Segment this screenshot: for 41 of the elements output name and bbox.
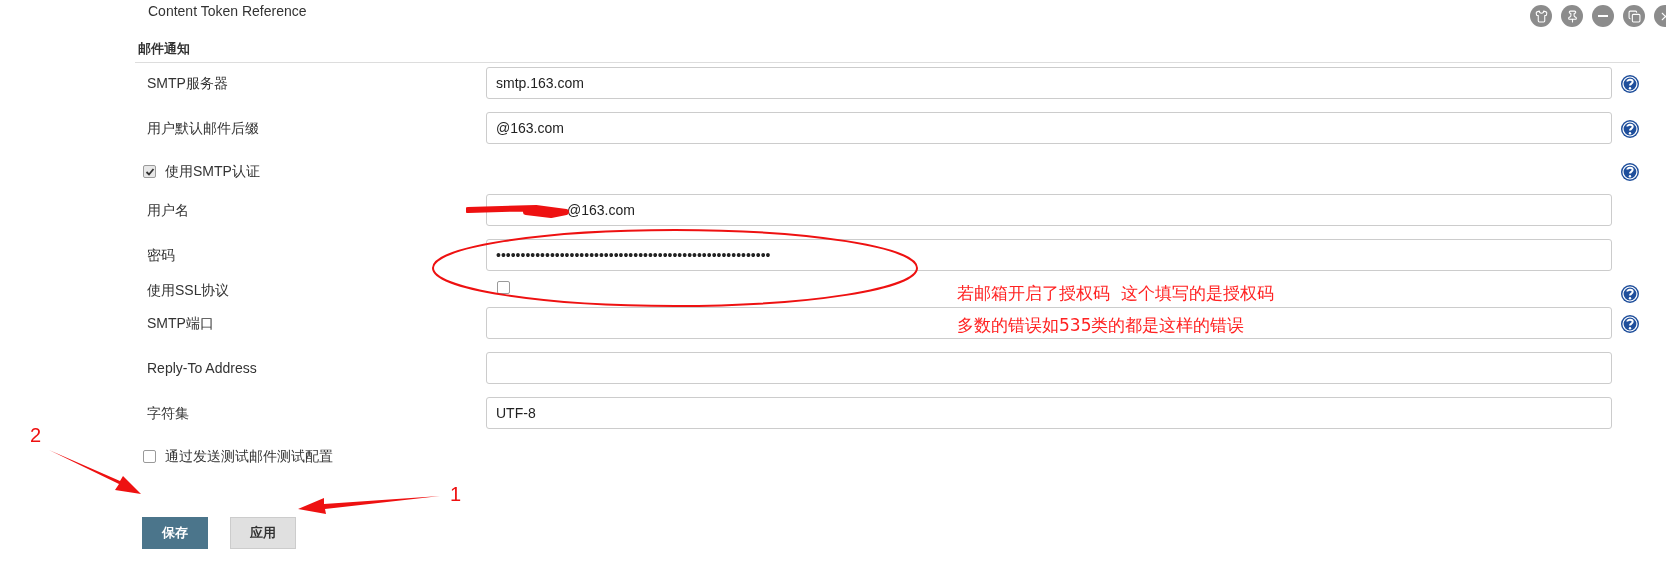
- checkbox[interactable]: [143, 450, 156, 463]
- input-field[interactable]: [486, 352, 1612, 384]
- field-label: SMTP端口: [147, 315, 214, 331]
- section-title: 邮件通知: [138, 41, 190, 56]
- checkbox-label: 通过发送测试邮件测试配置: [165, 447, 333, 466]
- input-field[interactable]: @163.com: [486, 194, 1612, 226]
- shirt-icon: [1534, 9, 1548, 23]
- annotation-marker: 1: [450, 482, 462, 507]
- help-icon[interactable]: [1620, 161, 1640, 182]
- restore-button[interactable]: [1623, 5, 1645, 27]
- squares-icon: [1627, 9, 1641, 23]
- input-field[interactable]: ••••••••••••••••••••••••••••••••••••••••••••••••••••••••: [486, 239, 1612, 271]
- help-icon[interactable]: [1620, 119, 1640, 139]
- input-field[interactable]: [486, 307, 1612, 339]
- field-label: 用户默认邮件后缀: [147, 120, 259, 136]
- minimize-button[interactable]: [1592, 5, 1614, 27]
- checkbox[interactable]: [496, 281, 510, 294]
- input-field[interactable]: @163.com: [486, 112, 1612, 144]
- field-label: 密码: [147, 247, 175, 263]
- field-label: SMTP服务器: [147, 75, 228, 91]
- help-icon[interactable]: [1620, 314, 1640, 334]
- annotation-note: 多数的错误如535类的都是这样的错误: [957, 314, 1245, 337]
- checkbox-label: 使用SMTP认证: [165, 162, 260, 181]
- input-field[interactable]: smtp.163.com: [486, 67, 1612, 99]
- help-icon[interactable]: [1620, 284, 1640, 304]
- theme-button[interactable]: [1530, 5, 1552, 27]
- field-label: 用户名: [147, 202, 189, 218]
- field-label: Reply-To Address: [147, 360, 257, 376]
- pin-icon: [1565, 9, 1579, 23]
- annotation-marker: 2: [30, 423, 42, 448]
- save-button[interactable]: 保存: [142, 517, 208, 549]
- apply-button[interactable]: 应用: [230, 517, 296, 549]
- input-field[interactable]: UTF-8: [486, 397, 1612, 429]
- field-label: 使用SSL协议: [147, 282, 230, 298]
- checkbox[interactable]: [143, 165, 156, 178]
- help-icon[interactable]: [1620, 74, 1640, 94]
- field-label: Content Token Reference: [147, 2, 307, 21]
- field-label: 字符集: [147, 405, 189, 421]
- annotation-note: 若邮箱开启了授权码 这个填写的是授权码: [957, 282, 1274, 305]
- pin-button[interactable]: [1561, 5, 1583, 27]
- minus-icon: [1598, 15, 1608, 17]
